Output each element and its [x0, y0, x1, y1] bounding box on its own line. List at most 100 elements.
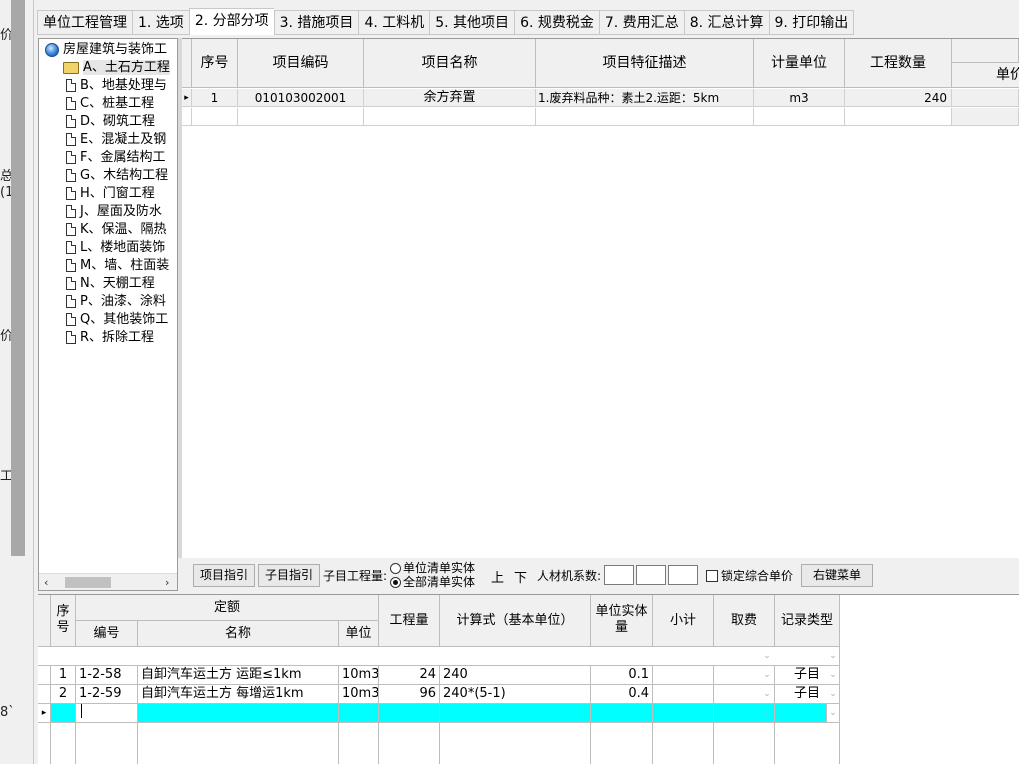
new-cell-formula[interactable]	[440, 704, 591, 723]
cell-empty[interactable]	[192, 108, 238, 126]
machine-coef-input[interactable]	[668, 565, 698, 585]
tab-other-items[interactable]: 5. 其他项目	[429, 10, 515, 35]
type-dropdown-icon[interactable]: ⌄	[827, 685, 839, 703]
cell-subtotal[interactable]	[653, 666, 714, 685]
tree-item[interactable]: F、金属结构工	[66, 149, 165, 167]
cell-description[interactable]: 1.废弃料品种：素土2.运距：5km	[536, 89, 754, 107]
cell-code[interactable]: 1-2-59	[76, 685, 138, 704]
cell-formula[interactable]: 240*(5-1)	[440, 685, 591, 704]
new-cell-quantity[interactable]	[379, 704, 440, 723]
cell-empty[interactable]	[238, 108, 364, 126]
new-cell-record-type[interactable]	[775, 704, 827, 723]
tab-unit-project[interactable]: 单位工程管理	[37, 10, 132, 35]
cell-no[interactable]: 1	[192, 89, 238, 107]
col-header-no[interactable]: 序号	[192, 39, 238, 88]
tree-item[interactable]: B、地基处理与	[66, 77, 167, 95]
cell-empty[interactable]	[536, 108, 754, 126]
new-cell-unit[interactable]	[339, 704, 379, 723]
col-header-unit[interactable]: 单位	[339, 621, 379, 647]
tree-item[interactable]: H、门窗工程	[66, 185, 155, 203]
tree-item[interactable]: A、土石方工程	[63, 59, 170, 77]
cell-name[interactable]: 自卸汽车运土方 每增运1km	[138, 685, 339, 704]
col-header-code[interactable]: 编号	[76, 621, 138, 647]
radio-all-bill[interactable]: 全部清单实体	[390, 575, 475, 589]
cell-code[interactable]: 010103002001	[238, 89, 364, 107]
col-header-unit-price[interactable]: 单价	[952, 63, 1019, 88]
tree-item[interactable]: E、混凝土及钢	[66, 131, 166, 149]
col-header-quantity[interactable]: 工程量	[379, 595, 440, 647]
new-cell-subtotal[interactable]	[653, 704, 714, 723]
radio-unit-bill[interactable]: 单位清单实体	[390, 561, 475, 575]
cell-unit[interactable]: 10m3	[339, 685, 379, 704]
tree-item[interactable]: N、天棚工程	[66, 275, 155, 293]
cell-empty[interactable]	[364, 108, 536, 126]
type-dropdown-icon[interactable]: ⌄	[827, 647, 839, 665]
col-header-no[interactable]: 序号	[51, 595, 76, 647]
new-cell-code-input[interactable]	[76, 704, 138, 723]
fee-dropdown-icon[interactable]: ⌄	[761, 647, 773, 665]
fee-dropdown-icon[interactable]: ⌄	[761, 666, 773, 684]
cell-unit-quantity[interactable]: 0.1	[591, 666, 653, 685]
row-indicator[interactable]	[38, 666, 51, 685]
material-coef-input[interactable]	[636, 565, 666, 585]
move-up-button[interactable]: 上	[491, 567, 504, 586]
tab-options[interactable]: 1. 选项	[132, 10, 189, 35]
tab-cost-summary[interactable]: 7. 费用汇总	[598, 10, 684, 35]
tab-sub-items[interactable]: 2. 分部分项	[188, 8, 274, 35]
cell-unit[interactable]: m3	[754, 89, 845, 107]
col-header-record-type[interactable]: 记录类型	[775, 595, 840, 647]
tab-measures[interactable]: 3. 措施项目	[273, 10, 359, 35]
tab-fees-tax[interactable]: 6. 规费税金	[514, 10, 599, 35]
tree-item[interactable]: J、屋面及防水	[66, 203, 162, 221]
fee-dropdown-icon[interactable]: ⌄	[761, 685, 773, 703]
row-indicator-icon[interactable]: ▸	[182, 89, 192, 107]
new-cell-unit-quantity[interactable]	[591, 704, 653, 723]
scroll-thumb[interactable]	[65, 577, 111, 588]
tree-item[interactable]: M、墙、柱面装	[66, 257, 169, 275]
sub-guide-button[interactable]: 子目指引	[258, 564, 321, 587]
cell-quantity[interactable]: 24	[379, 666, 440, 685]
tree-item[interactable]: G、木结构工程	[66, 167, 168, 185]
scroll-right-arrow-icon[interactable]: ›	[165, 574, 169, 590]
cell-unit[interactable]: 10m3	[339, 666, 379, 685]
row-indicator[interactable]	[38, 685, 51, 704]
cell-name[interactable]: 余方弃置	[364, 89, 536, 107]
tab-labor-material[interactable]: 4. 工料机	[358, 10, 430, 35]
row-indicator[interactable]	[182, 108, 192, 126]
tree-horizontal-scrollbar[interactable]: ‹ ›	[39, 573, 177, 590]
fee-dropdown-icon[interactable]: ⌄	[761, 704, 773, 722]
tree-root[interactable]: 房屋建筑与装饰工	[45, 41, 167, 59]
cell-name[interactable]: 自卸汽车运土方 运距≤1km	[138, 666, 339, 685]
tree-item[interactable]: P、油漆、涂料	[66, 293, 166, 311]
cell-unit-quantity[interactable]: 0.4	[591, 685, 653, 704]
col-header-formula[interactable]: 计算式（基本单位）	[440, 595, 591, 647]
context-menu-button[interactable]: 右键菜单	[801, 564, 873, 587]
row-indicator-icon[interactable]: ▸	[38, 704, 51, 723]
cell-empty[interactable]	[754, 108, 845, 126]
cell-no[interactable]: 2	[51, 685, 76, 704]
type-dropdown-icon[interactable]: ⌄	[827, 704, 839, 722]
col-header-unit-quantity[interactable]: 单位实体量	[591, 595, 653, 647]
blank-row[interactable]	[38, 647, 840, 666]
cell-unit-price[interactable]	[952, 89, 1019, 107]
new-cell-name[interactable]	[138, 704, 339, 723]
labor-coef-input[interactable]	[604, 565, 634, 585]
new-cell-no[interactable]	[51, 704, 76, 723]
project-guide-button[interactable]: 项目指引	[193, 564, 256, 587]
cell-empty[interactable]	[952, 108, 1019, 126]
col-header-description[interactable]: 项目特征描述	[536, 39, 754, 88]
col-header-code[interactable]: 项目编码	[238, 39, 364, 88]
tree-item[interactable]: R、拆除工程	[66, 329, 154, 347]
cell-no[interactable]: 1	[51, 666, 76, 685]
cell-empty[interactable]	[845, 108, 952, 126]
tree-item[interactable]: C、桩基工程	[66, 95, 154, 113]
scroll-left-arrow-icon[interactable]: ‹	[44, 574, 48, 590]
col-header-subtotal[interactable]: 小计	[653, 595, 714, 647]
tree-item[interactable]: Q、其他装饰工	[66, 311, 168, 329]
col-header-unit[interactable]: 计量单位	[754, 39, 845, 88]
lock-price-checkbox[interactable]: 锁定综合单价	[706, 567, 793, 584]
col-header-quantity[interactable]: 工程数量	[845, 39, 952, 88]
tree-item[interactable]: K、保温、隔热	[66, 221, 167, 239]
col-header-name[interactable]: 名称	[138, 621, 339, 647]
cell-formula[interactable]: 240	[440, 666, 591, 685]
